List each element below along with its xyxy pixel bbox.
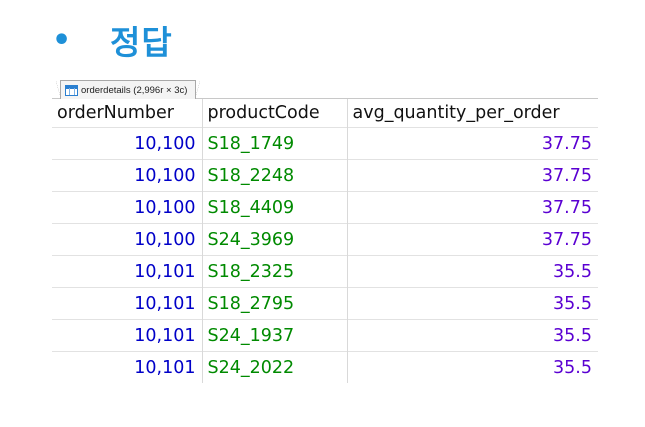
cell-order-number[interactable]: 10,101 [52,287,203,320]
cell-product-code[interactable]: S18_2248 [202,159,348,192]
data-table: orderNumber productCode avg_quantity_per… [52,99,598,383]
cell-avg-quantity[interactable]: 37.75 [347,191,598,224]
cell-product-code[interactable]: S18_2795 [202,287,348,320]
header-row: orderNumber productCode avg_quantity_per… [52,99,598,128]
table-row[interactable]: 10,100 S18_4409 37.75 [52,191,598,224]
cell-order-number[interactable]: 10,101 [52,255,203,288]
table-row[interactable]: 10,101 S24_2022 35.5 [52,351,598,383]
slide-title: • 정답 [52,14,173,66]
cell-avg-quantity[interactable]: 35.5 [347,351,598,383]
table-row[interactable]: 10,100 S18_1749 37.75 [52,127,598,160]
cell-product-code[interactable]: S24_2022 [202,351,348,383]
table-row[interactable]: 10,101 S18_2325 35.5 [52,255,598,288]
cell-avg-quantity[interactable]: 35.5 [347,255,598,288]
cell-order-number[interactable]: 10,100 [52,191,203,224]
table-grid-icon [65,84,78,96]
tab-strip: orderdetails (2,996r × 3c) [52,78,598,99]
cell-avg-quantity[interactable]: 37.75 [347,223,598,256]
column-header-avg-quantity[interactable]: avg_quantity_per_order [347,99,598,128]
bullet-point: • [52,22,72,58]
column-header-orderNumber[interactable]: orderNumber [52,99,203,128]
table-row[interactable]: 10,100 S18_2248 37.75 [52,159,598,192]
cell-order-number[interactable]: 10,100 [52,127,203,160]
table-row[interactable]: 10,101 S18_2795 35.5 [52,287,598,320]
cell-order-number[interactable]: 10,100 [52,223,203,256]
cell-order-number[interactable]: 10,101 [52,351,203,383]
cell-product-code[interactable]: S24_3969 [202,223,348,256]
cell-product-code[interactable]: S18_2325 [202,255,348,288]
cell-product-code[interactable]: S18_4409 [202,191,348,224]
cell-product-code[interactable]: S24_1937 [202,319,348,352]
result-grid: orderdetails (2,996r × 3c) orderNumber p… [52,78,598,394]
page-title: 정답 [110,23,173,62]
column-header-productCode[interactable]: productCode [202,99,348,128]
cell-order-number[interactable]: 10,101 [52,319,203,352]
cell-product-code[interactable]: S18_1749 [202,127,348,160]
table-row[interactable]: 10,100 S24_3969 37.75 [52,223,598,256]
cell-order-number[interactable]: 10,100 [52,159,203,192]
tab-label: orderdetails (2,996r × 3c) [81,84,188,96]
cell-avg-quantity[interactable]: 35.5 [347,319,598,352]
tab-orderdetails[interactable]: orderdetails (2,996r × 3c) [55,80,201,99]
cell-avg-quantity[interactable]: 37.75 [347,127,598,160]
table-row[interactable]: 10,101 S24_1937 35.5 [52,319,598,352]
cell-avg-quantity[interactable]: 37.75 [347,159,598,192]
cell-avg-quantity[interactable]: 35.5 [347,287,598,320]
